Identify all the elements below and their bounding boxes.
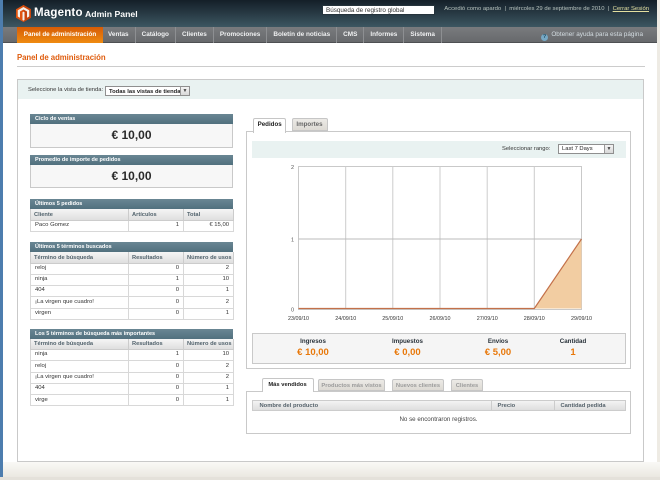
svg-text:24/09/10: 24/09/10: [335, 316, 356, 322]
svg-text:27/09/10: 27/09/10: [477, 316, 498, 322]
svg-text:28/09/10: 28/09/10: [524, 316, 545, 322]
svg-text:2: 2: [291, 165, 294, 171]
svg-text:0: 0: [291, 308, 294, 314]
svg-text:23/09/10: 23/09/10: [288, 316, 309, 322]
svg-text:1: 1: [291, 238, 294, 244]
svg-text:29/09/10: 29/09/10: [571, 316, 592, 322]
svg-text:26/09/10: 26/09/10: [430, 316, 451, 322]
svg-text:25/09/10: 25/09/10: [382, 316, 403, 322]
